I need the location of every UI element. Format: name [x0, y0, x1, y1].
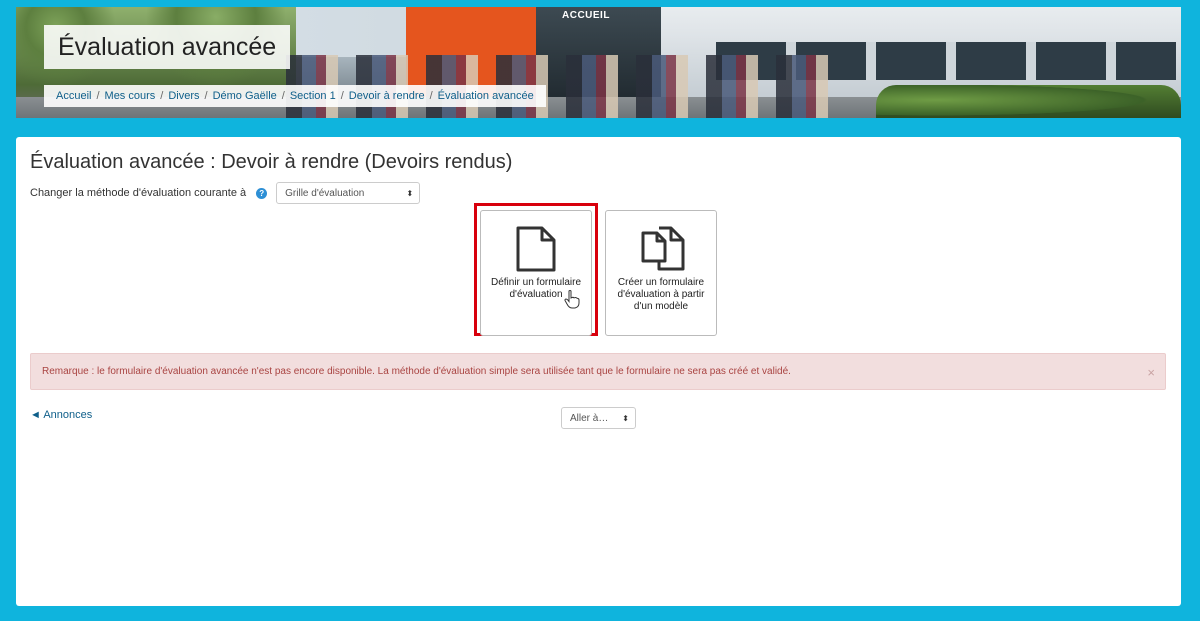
select-arrows-icon: ⬍ [622, 414, 629, 423]
breadcrumb-item-accueil[interactable]: Accueil [56, 90, 91, 102]
alert-notice: Remarque : le formulaire d'évaluation av… [30, 353, 1166, 390]
breadcrumb-item-divers[interactable]: Divers [168, 90, 199, 102]
method-select-value: Grille d'évaluation [285, 188, 365, 199]
method-select[interactable]: Grille d'évaluation ⬍ [276, 182, 421, 204]
page-heading: Évaluation avancée [44, 25, 291, 69]
close-icon[interactable]: × [1147, 354, 1155, 391]
breadcrumb: Accueil / Mes cours / Divers / Démo Gaëlle / Sec… [44, 85, 546, 107]
method-label: Changer la méthode d'évaluation courante… [30, 187, 247, 199]
breadcrumb-item-section-1[interactable]: Section 1 [290, 90, 336, 102]
alert-text: Remarque : le formulaire d'évaluation av… [42, 366, 791, 377]
define-form-button[interactable]: Définir un formulaire d'évaluation [480, 210, 592, 336]
select-arrows-icon: ⬍ [406, 189, 414, 198]
create-from-template-label: Créer un formulaire d'évaluation à parti… [617, 277, 705, 312]
banner-hedge [876, 85, 1181, 118]
hand-cursor-icon [564, 290, 580, 309]
breadcrumb-separator: / [340, 90, 344, 102]
breadcrumb-separator: / [96, 90, 100, 102]
method-row: Changer la méthode d'évaluation courante… [30, 182, 421, 204]
breadcrumb-separator: / [429, 90, 433, 102]
breadcrumb-separator: / [160, 90, 164, 102]
help-icon[interactable]: ? [256, 187, 268, 199]
page-title: Évaluation avancée : Devoir à rendre (De… [30, 151, 513, 173]
jump-to-value: Aller à… [570, 413, 609, 424]
create-from-template-button[interactable]: Créer un formulaire d'évaluation à parti… [605, 210, 717, 336]
jump-to-select[interactable]: Aller à… ⬍ [561, 407, 636, 429]
copy-documents-icon [641, 226, 685, 271]
document-icon [516, 226, 556, 272]
breadcrumb-separator: / [204, 90, 208, 102]
header-banner: ACCUEIL Évaluation avancée Accueil / Mes c… [16, 7, 1181, 118]
previous-activity-link[interactable]: ◄ Annonces [30, 409, 92, 421]
breadcrumb-item-devoir[interactable]: Devoir à rendre [349, 90, 425, 102]
breadcrumb-separator: / [281, 90, 285, 102]
main-panel: Évaluation avancée : Devoir à rendre (De… [16, 137, 1181, 606]
banner-sign: ACCUEIL [562, 10, 610, 21]
breadcrumb-item-evaluation-avancee[interactable]: Évaluation avancée [438, 90, 534, 102]
breadcrumb-item-mes-cours[interactable]: Mes cours [105, 90, 156, 102]
breadcrumb-item-demo-gaelle[interactable]: Démo Gaëlle [213, 90, 277, 102]
